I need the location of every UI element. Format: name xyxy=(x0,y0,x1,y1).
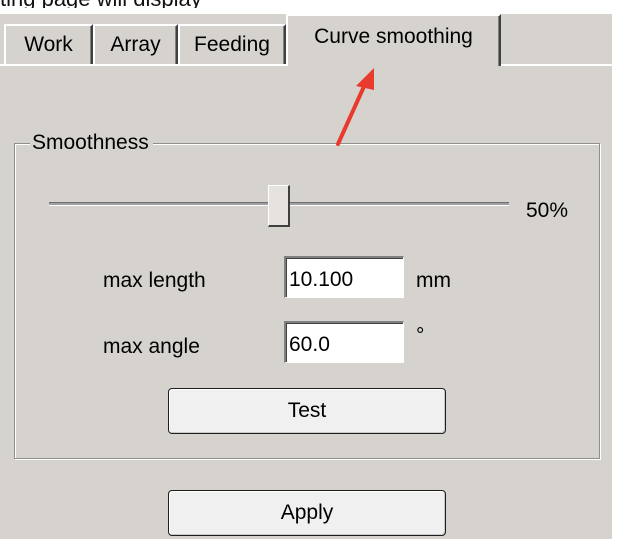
tab-feeding[interactable]: Feeding xyxy=(178,24,286,64)
tab-curve-smoothing[interactable]: Curve smoothing xyxy=(286,14,501,66)
tab-work[interactable]: Work xyxy=(4,24,93,64)
max-length-input[interactable] xyxy=(284,256,404,298)
max-angle-label: max angle xyxy=(103,335,200,358)
max-length-label: max length xyxy=(103,269,206,292)
smoothness-legend: Smoothness xyxy=(30,130,153,156)
annotation-arrow-icon xyxy=(336,68,374,146)
max-angle-unit: ° xyxy=(416,324,425,347)
max-length-unit: mm xyxy=(416,269,451,292)
panel-edge xyxy=(612,14,622,539)
smoothness-value: 50% xyxy=(526,199,569,222)
page-caption: ting page will display xyxy=(0,0,202,8)
max-angle-input[interactable] xyxy=(284,321,404,363)
apply-button[interactable]: Apply xyxy=(168,490,446,536)
smoothness-slider-thumb[interactable] xyxy=(268,185,290,227)
test-button[interactable]: Test xyxy=(168,388,446,434)
tab-array[interactable]: Array xyxy=(93,24,178,64)
